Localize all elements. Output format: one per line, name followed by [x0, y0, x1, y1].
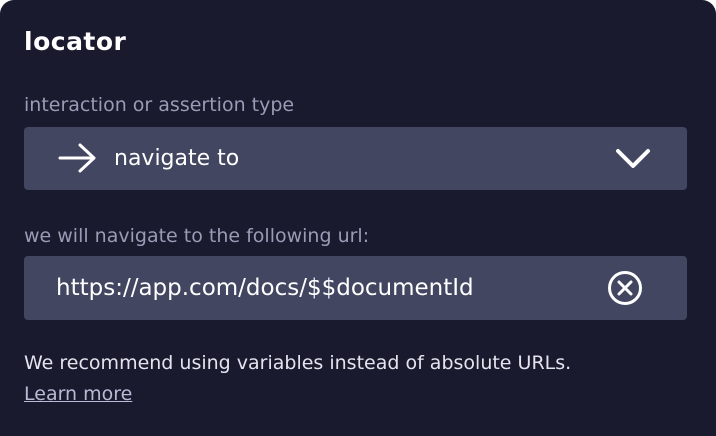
learn-more-link[interactable]: Learn more — [24, 381, 132, 407]
chevron-down-icon[interactable] — [615, 147, 651, 171]
arrow-right-icon — [58, 143, 96, 173]
recommendation-hint: We recommend using variables instead of … — [24, 352, 572, 374]
url-field — [24, 256, 687, 320]
interaction-type-select[interactable]: navigate to — [24, 127, 687, 190]
interaction-type-value: navigate to — [114, 146, 240, 171]
interaction-type-label: interaction or assertion type — [24, 94, 295, 116]
url-input[interactable] — [56, 270, 596, 306]
url-label: we will navigate to the following url: — [24, 225, 370, 247]
panel-title: locator — [24, 27, 127, 56]
locator-panel: locator interaction or assertion type na… — [0, 0, 716, 436]
circle-x-icon[interactable] — [607, 270, 643, 306]
